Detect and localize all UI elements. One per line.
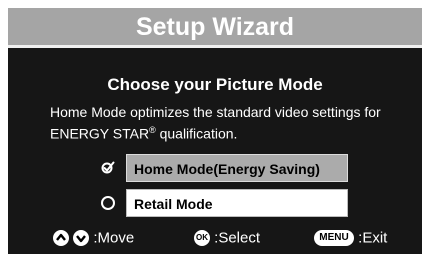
radio-checked-icon[interactable] <box>101 161 115 175</box>
exit-label: :Exit <box>358 229 388 247</box>
description-line-2-suffix: qualification. <box>155 125 238 142</box>
footer-move-hint: :Move <box>53 229 134 247</box>
description-energy-star: ENERGY STAR <box>50 125 150 142</box>
description-line-1: Home Mode optimizes the standard video s… <box>50 104 381 120</box>
move-label: :Move <box>93 229 135 247</box>
section-heading: Choose your Picture Mode <box>107 75 323 94</box>
radio-unchecked-icon[interactable] <box>101 196 115 210</box>
registered-mark: ® <box>149 125 156 135</box>
option-home-mode[interactable]: Home Mode(Energy Saving) <box>126 154 348 182</box>
select-label: :Select <box>214 229 261 247</box>
option-retail-mode[interactable]: Retail Mode <box>126 189 348 217</box>
option-retail-mode-label: Retail Mode <box>134 196 213 212</box>
ok-button-icon: OK <box>194 230 210 247</box>
arrow-down-icon <box>73 230 90 247</box>
setup-wizard-screen: Setup Wizard Choose your Picture Mode Ho… <box>8 8 422 254</box>
footer-select-hint: OK :Select <box>194 229 260 247</box>
footer-exit-hint: MENU :Exit <box>314 229 387 247</box>
menu-button-icon: MENU <box>314 230 354 247</box>
option-home-mode-label: Home Mode(Energy Saving) <box>134 161 320 177</box>
description-text: Home Mode optimizes the standard video s… <box>50 103 420 143</box>
arrow-up-icon <box>53 230 69 247</box>
title-bar: Setup Wizard <box>8 8 422 48</box>
page-title: Setup Wizard <box>135 13 295 41</box>
